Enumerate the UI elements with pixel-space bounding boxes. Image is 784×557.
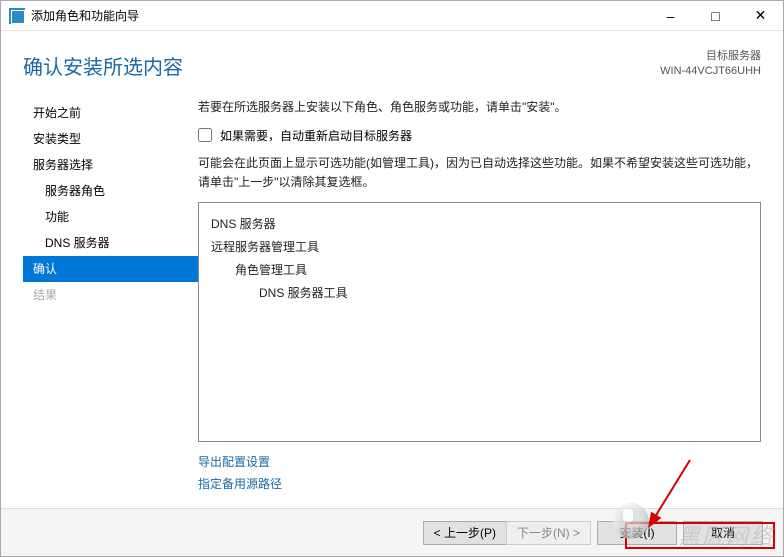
optional-features-note: 可能会在此页面上显示可选功能(如管理工具)，因为已自动选择这些功能。如果不希望安…: [198, 154, 761, 192]
close-button[interactable]: ✕: [738, 1, 783, 30]
target-server-label: 目标服务器: [660, 49, 761, 64]
sidebar-item-before-you-begin[interactable]: 开始之前: [23, 100, 198, 126]
list-item: 角色管理工具: [211, 259, 748, 282]
previous-button[interactable]: < 上一步(P): [423, 521, 506, 545]
nav-button-group: < 上一步(P) 下一步(N) >: [423, 521, 591, 545]
auto-restart-label: 如果需要，自动重新启动目标服务器: [220, 127, 412, 144]
wizard-window: 添加角色和功能向导 – □ ✕ 确认安装所选内容 目标服务器 WIN-44VCJ…: [0, 0, 784, 557]
body: 开始之前 安装类型 服务器选择 服务器角色 功能 DNS 服务器 确认 结果 若…: [1, 90, 783, 508]
sidebar-item-features[interactable]: 功能: [23, 204, 198, 230]
sidebar-item-server-roles[interactable]: 服务器角色: [23, 178, 198, 204]
list-item: DNS 服务器工具: [211, 282, 748, 305]
auto-restart-row[interactable]: 如果需要，自动重新启动目标服务器: [198, 127, 761, 144]
export-config-link[interactable]: 导出配置设置: [198, 455, 270, 469]
sidebar-item-server-selection[interactable]: 服务器选择: [23, 152, 198, 178]
auto-restart-checkbox[interactable]: [198, 128, 212, 142]
main-panel: 若要在所选服务器上安装以下角色、角色服务或功能，请单击"安装"。 如果需要，自动…: [198, 90, 761, 508]
titlebar: 添加角色和功能向导 – □ ✕: [1, 1, 783, 31]
page-title: 确认安装所选内容: [23, 51, 183, 80]
maximize-button[interactable]: □: [693, 1, 738, 30]
alt-source-link[interactable]: 指定备用源路径: [198, 477, 282, 491]
header: 确认安装所选内容 目标服务器 WIN-44VCJT66UHH: [1, 31, 783, 90]
sidebar-item-installation-type[interactable]: 安装类型: [23, 126, 198, 152]
next-button: 下一步(N) >: [506, 521, 591, 545]
target-server-name: WIN-44VCJT66UHH: [660, 64, 761, 79]
install-button[interactable]: 安装(I): [597, 521, 677, 545]
target-server-info: 目标服务器 WIN-44VCJT66UHH: [660, 49, 761, 80]
app-icon: [9, 8, 25, 24]
sidebar-item-results: 结果: [23, 282, 198, 308]
links: 导出配置设置 指定备用源路径: [198, 452, 761, 495]
selection-list: DNS 服务器 远程服务器管理工具 角色管理工具 DNS 服务器工具: [198, 202, 761, 442]
window-controls: – □ ✕: [648, 1, 783, 30]
sidebar: 开始之前 安装类型 服务器选择 服务器角色 功能 DNS 服务器 确认 结果: [23, 90, 198, 508]
footer: < 上一步(P) 下一步(N) > 安装(I) 取消: [1, 508, 783, 556]
cancel-button[interactable]: 取消: [683, 521, 763, 545]
intro-text: 若要在所选服务器上安装以下角色、角色服务或功能，请单击"安装"。: [198, 98, 761, 115]
sidebar-item-dns-server[interactable]: DNS 服务器: [23, 230, 198, 256]
list-item: 远程服务器管理工具: [211, 236, 748, 259]
sidebar-item-confirmation[interactable]: 确认: [23, 256, 198, 282]
minimize-button[interactable]: –: [648, 1, 693, 30]
list-item: DNS 服务器: [211, 213, 748, 236]
window-title: 添加角色和功能向导: [31, 7, 139, 24]
